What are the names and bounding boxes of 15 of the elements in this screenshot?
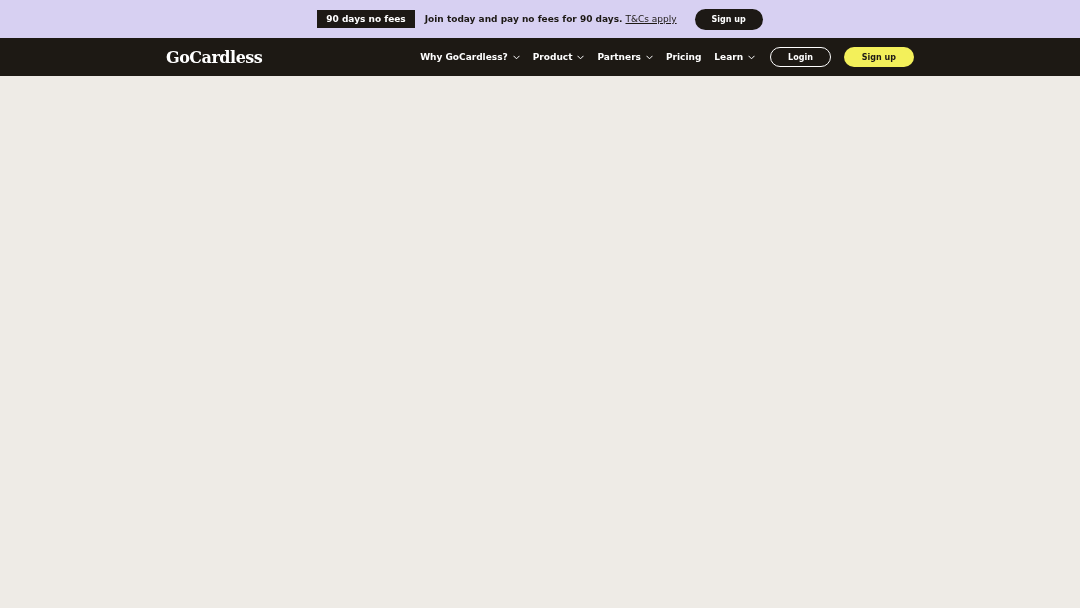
nav-item[interactable]: Pricing [665,52,702,62]
chevron-down-icon [512,54,520,60]
terms-link[interactable]: T&Cs apply [625,14,677,24]
nav-item[interactable]: Partners [597,52,653,62]
promo-badge: 90 days no fees [317,10,415,28]
nav-item[interactable]: Product [532,52,585,62]
chevron-down-icon [748,54,756,60]
promo-signup-button[interactable]: Sign up [694,8,763,30]
promo-message: Join today and pay no fees for 90 days. [424,14,623,24]
chevron-down-icon [577,54,585,60]
nav-item[interactable]: Learn [714,52,756,62]
signup-button[interactable]: Sign up [843,47,914,67]
logo[interactable]: GoCardless [166,47,263,67]
chevron-down-icon [645,54,653,60]
nav-item[interactable]: Why GoCardless? [420,52,520,62]
